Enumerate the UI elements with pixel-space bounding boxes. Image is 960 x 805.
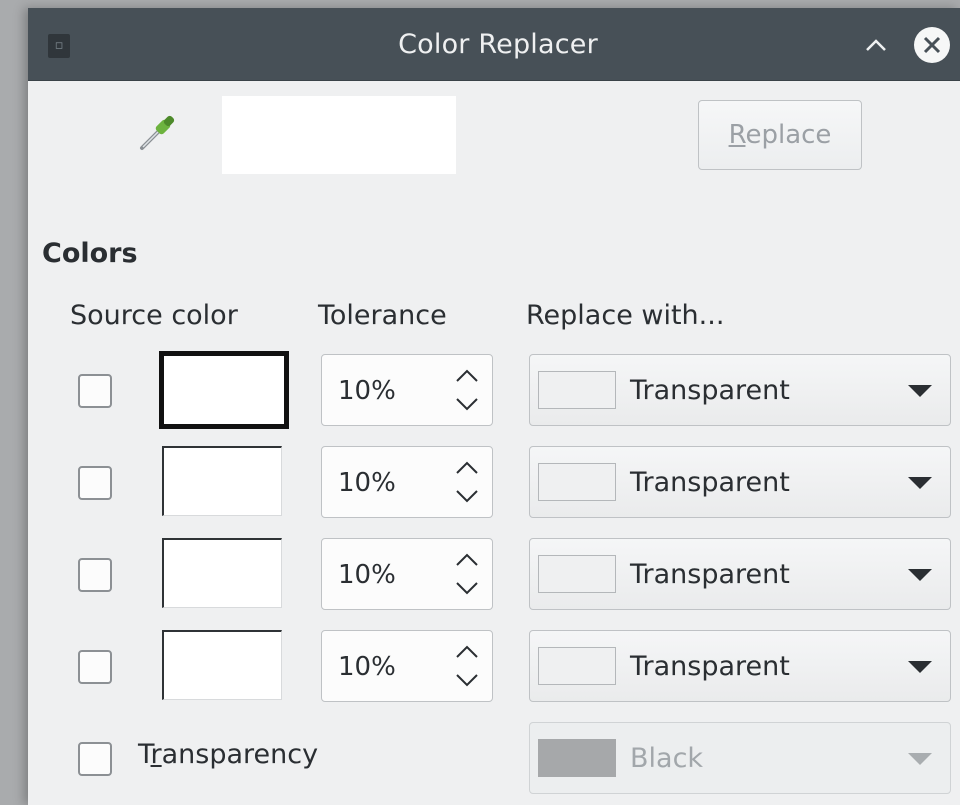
replace-button[interactable]: Replace — [698, 100, 862, 170]
dropdown-label: Black — [630, 743, 704, 774]
tolerance-spinbox-2[interactable]: 10% — [321, 446, 493, 518]
chevron-up-icon[interactable] — [860, 30, 892, 62]
window-title: Color Replacer — [398, 29, 598, 60]
color-swatch — [538, 739, 616, 777]
source-color-button-2[interactable] — [162, 446, 282, 516]
tolerance-value: 10% — [338, 560, 396, 590]
eyedropper-icon[interactable] — [136, 110, 180, 154]
tolerance-spinbox-4[interactable]: 10% — [321, 630, 493, 702]
dropdown-label: Transparent — [630, 467, 790, 498]
source-color-button-1[interactable] — [159, 351, 289, 429]
replace-with-dropdown-3[interactable]: Transparent — [529, 538, 951, 610]
close-icon[interactable] — [914, 27, 950, 63]
spin-arrows-icon[interactable] — [454, 459, 480, 505]
color-preview — [222, 96, 456, 174]
source-color-button-4[interactable] — [162, 630, 282, 700]
caret-down-icon — [908, 385, 932, 397]
tolerance-header: Tolerance — [318, 300, 447, 331]
source-color-checkbox-1[interactable] — [78, 374, 112, 408]
replace-with-header: Replace with... — [526, 300, 725, 331]
color-swatch — [538, 371, 616, 409]
tolerance-value: 10% — [338, 468, 396, 498]
tolerance-value: 10% — [338, 376, 396, 406]
source-color-button-3[interactable] — [162, 538, 282, 608]
tolerance-value: 10% — [338, 652, 396, 682]
colors-section-title: Colors — [42, 238, 138, 269]
spin-arrows-icon[interactable] — [454, 643, 480, 689]
tolerance-spinbox-3[interactable]: 10% — [321, 538, 493, 610]
transparency-checkbox[interactable] — [78, 742, 112, 776]
dropdown-label: Transparent — [630, 559, 790, 590]
transparency-label: Transparency — [138, 739, 319, 770]
caret-down-icon — [908, 753, 932, 765]
replace-with-dropdown-1[interactable]: Transparent — [529, 354, 951, 426]
source-color-checkbox-2[interactable] — [78, 466, 112, 500]
source-color-checkbox-3[interactable] — [78, 558, 112, 592]
color-swatch — [538, 463, 616, 501]
spin-arrows-icon[interactable] — [454, 551, 480, 597]
title-bar[interactable]: ▫ Color Replacer — [28, 8, 960, 81]
source-color-checkbox-4[interactable] — [78, 650, 112, 684]
dropdown-label: Transparent — [630, 375, 790, 406]
color-swatch — [538, 555, 616, 593]
source-color-header: Source color — [70, 300, 238, 331]
caret-down-icon — [908, 661, 932, 673]
color-swatch — [538, 647, 616, 685]
replace-with-dropdown-4[interactable]: Transparent — [529, 630, 951, 702]
replace-with-dropdown-2[interactable]: Transparent — [529, 446, 951, 518]
color-replacer-dialog: ▫ Color Replacer Replace Colors Source c… — [28, 8, 960, 805]
tolerance-spinbox-1[interactable]: 10% — [321, 354, 493, 426]
caret-down-icon — [908, 477, 932, 489]
dropdown-label: Transparent — [630, 651, 790, 682]
spin-arrows-icon[interactable] — [454, 367, 480, 413]
caret-down-icon — [908, 569, 932, 581]
transparency-replace-dropdown[interactable]: Black — [529, 722, 951, 794]
